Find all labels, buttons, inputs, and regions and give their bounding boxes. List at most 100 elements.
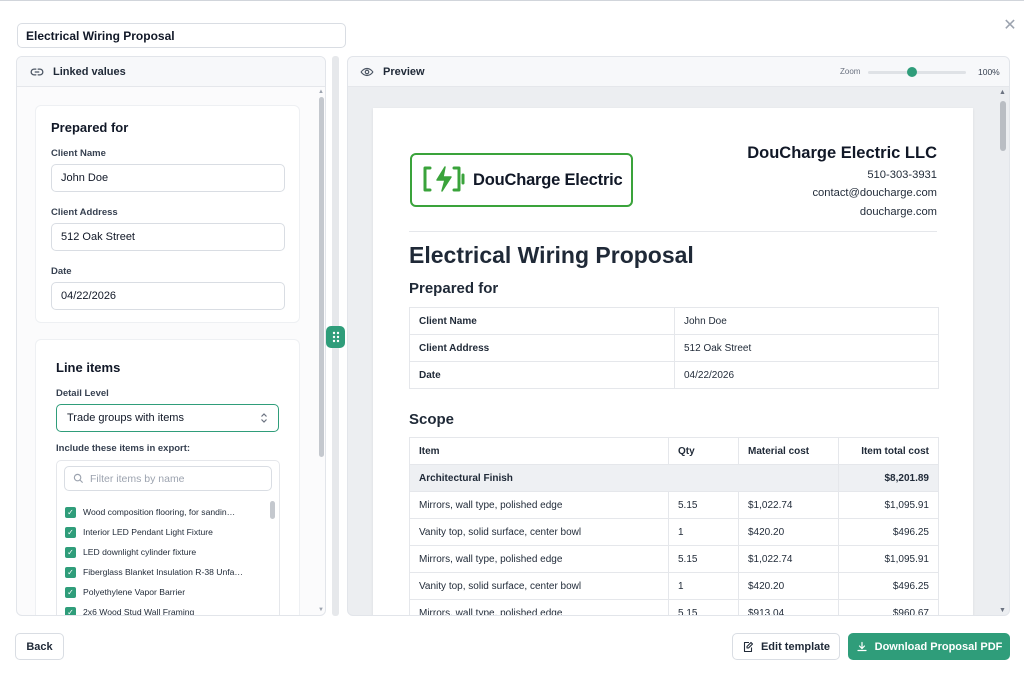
checkmark-icon[interactable]: ✓ [65,546,76,558]
list-item-label: LED downlight cylinder fixture [83,547,197,557]
client-name-label: Client Name [51,148,106,159]
edit-icon [742,641,754,653]
preview-title: Preview [383,65,425,78]
scrollbar-thumb[interactable] [319,97,324,457]
scroll-down-icon[interactable]: ▼ [318,607,324,613]
line-items-card: Line items Detail Level Trade groups wit… [35,339,300,616]
table-cell: $1,022.74 [738,545,839,573]
zoom-value: 100% [978,67,1000,77]
table-cell: 1 [668,518,739,546]
list-item[interactable]: ✓ LED downlight cylinder fixture [65,544,196,560]
line-items-title: Line items [56,360,121,375]
table-cell: 5.15 [668,545,739,573]
download-proposal-button[interactable]: Download Proposal PDF [848,633,1010,660]
company-name: DouCharge Electric LLC [747,144,937,162]
scope-table: Item Qty Material cost Item total cost A… [409,437,939,615]
table-row: Mirrors, wall type, polished edge 5.15 $… [409,491,939,519]
search-icon [73,473,84,484]
linked-values-scrollbar[interactable]: ▲ ▼ [317,87,325,615]
table-cell: Client Name [409,307,675,335]
date-field[interactable] [51,282,285,310]
table-cell: Mirrors, wall type, polished edge [409,599,669,615]
zoom-label: Zoom [840,67,861,76]
detail-level-select[interactable]: Trade groups with items [56,404,279,432]
items-list-box: ✓ Wood composition flooring, for sandin…… [56,460,280,616]
download-proposal-label: Download Proposal PDF [874,640,1003,653]
linked-values-panel: Linked values Prepared for Client Name C… [16,56,326,616]
document-page: DouCharge Electric DouCharge Electric LL… [373,108,973,615]
list-item[interactable]: ✓ Wood composition flooring, for sandin… [65,504,235,520]
table-cell: 5.15 [668,491,739,519]
table-cell: 04/22/2026 [674,361,939,389]
drag-handle-icon[interactable] [326,326,345,348]
header-divider [409,231,937,232]
column-header-item-total: Item total cost [838,437,939,465]
group-name: Architectural Finish [409,464,839,492]
prepared-for-card: Prepared for Client Name Client Address … [35,105,300,323]
table-row: Vanity top, solid surface, center bowl 1… [409,518,939,546]
list-item-label: Interior LED Pendant Light Fixture [83,527,213,537]
linked-values-scroll-area[interactable]: Prepared for Client Name Client Address … [17,87,317,615]
checkmark-icon[interactable]: ✓ [65,526,76,538]
column-header-item: Item [409,437,669,465]
client-info-table: Client Name John Doe Client Address 512 … [409,307,939,389]
table-cell: $960.67 [838,599,939,615]
list-item-label: Fiberglass Blanket Insulation R-38 Unfa… [83,567,244,577]
proposal-title-input[interactable] [17,23,346,48]
checkmark-icon[interactable]: ✓ [65,586,76,598]
edit-template-button[interactable]: Edit template [732,633,840,660]
table-row: Date 04/22/2026 [409,361,939,389]
logo-text: DouCharge Electric [473,170,623,189]
company-website: doucharge.com [859,206,937,218]
scrollbar-thumb[interactable] [1000,101,1006,151]
table-cell: $420.20 [738,518,839,546]
table-header-row: Item Qty Material cost Item total cost [409,437,939,465]
table-cell: Vanity top, solid surface, center bowl [409,572,669,600]
table-cell: $1,095.91 [838,491,939,519]
scroll-up-icon[interactable]: ▲ [999,89,1006,96]
scroll-up-icon[interactable]: ▲ [318,89,324,95]
checkmark-icon[interactable]: ✓ [65,606,76,615]
table-cell: $913.04 [738,599,839,615]
list-item[interactable]: ✓ Interior LED Pendant Light Fixture [65,524,213,540]
checkmark-icon[interactable]: ✓ [65,566,76,578]
linked-values-header: Linked values [17,57,325,87]
list-item[interactable]: ✓ Fiberglass Blanket Insulation R-38 Unf… [65,564,243,580]
table-row: Vanity top, solid surface, center bowl 1… [409,572,939,600]
table-cell: John Doe [674,307,939,335]
table-cell: $1,022.74 [738,491,839,519]
table-row: Client Name John Doe [409,307,939,335]
company-email: contact@doucharge.com [812,187,937,199]
items-list-scrollbar[interactable] [270,501,275,519]
prepared-for-heading: Prepared for [409,280,499,297]
table-cell: Mirrors, wall type, polished edge [409,491,669,519]
scope-heading: Scope [409,411,455,428]
list-item-label: Polyethylene Vapor Barrier [83,587,186,597]
date-label: Date [51,266,72,277]
list-item[interactable]: ✓ 2x6 Wood Stud Wall Framing [65,604,195,616]
detail-level-label: Detail Level [56,388,109,399]
select-arrows-icon [260,412,268,424]
company-logo: DouCharge Electric [410,153,633,207]
checkmark-icon[interactable]: ✓ [65,506,76,518]
company-phone: 510-303-3931 [867,169,937,181]
filter-items-input[interactable] [90,472,260,485]
table-row: Mirrors, wall type, polished edge 5.15 $… [409,599,939,615]
filter-items-field[interactable] [64,466,272,491]
client-name-field[interactable] [51,164,285,192]
client-address-field[interactable] [51,223,285,251]
back-button-label: Back [26,640,53,653]
include-items-label: Include these items in export: [56,443,191,454]
table-cell: $496.25 [838,518,939,546]
table-cell: $1,095.91 [838,545,939,573]
close-icon[interactable]: ✕ [1001,17,1019,35]
link-icon [29,64,45,80]
preview-scrollbar[interactable]: ▲ ▼ [997,88,1009,615]
preview-panel: Preview Zoom 100% ▲ ▼ DouCharge Electric… [347,56,1010,616]
back-button[interactable]: Back [15,633,64,660]
list-item-label: 2x6 Wood Stud Wall Framing [83,607,195,616]
download-icon [856,641,868,653]
scroll-down-icon[interactable]: ▼ [999,607,1006,614]
list-item[interactable]: ✓ Polyethylene Vapor Barrier [65,584,185,600]
list-item-label: Wood composition flooring, for sandin… [83,507,236,517]
